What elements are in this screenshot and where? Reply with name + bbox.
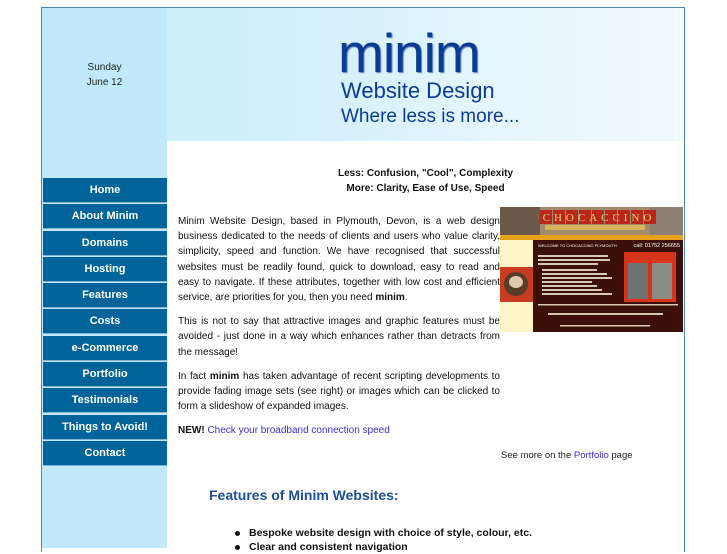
nav-costs[interactable]: Costs bbox=[43, 309, 167, 335]
intro-paragraph-3: In fact minim has taken advantage of rec… bbox=[178, 369, 500, 415]
showcase-site-name: CHOCACCINO bbox=[543, 212, 656, 224]
date-day: June 12 bbox=[86, 77, 123, 88]
intro-text: Minim Website Design, based in Plymouth,… bbox=[178, 214, 500, 448]
broadband-speed-link[interactable]: Check your broadband connection speed bbox=[207, 425, 389, 436]
intro-paragraph-1: Minim Website Design, based in Plymouth,… bbox=[178, 214, 500, 305]
portfolio-link[interactable]: Portfolio bbox=[574, 450, 609, 461]
see-more-portfolio: See more on the Portfolio page bbox=[501, 450, 633, 461]
showcase-welcome: WELCOME TO CHOCACCINO PLYMOUTH bbox=[538, 243, 617, 248]
see-more-suffix: page bbox=[608, 450, 633, 461]
new-feature-line: NEW! Check your broadband connection spe… bbox=[178, 423, 500, 438]
brand-emphasis: minim bbox=[209, 370, 240, 382]
logo-tagline: Where less is more... bbox=[341, 106, 520, 127]
intro-paragraph-2: This is not to say that attractive image… bbox=[178, 316, 500, 358]
nav-e-commerce[interactable]: e-Commerce bbox=[43, 335, 167, 361]
main-nav: Home About Minim Domains Hosting Feature… bbox=[43, 178, 167, 467]
date-weekday: Sunday bbox=[87, 62, 122, 73]
logo-subtitle: Website Design bbox=[341, 78, 495, 103]
nav-about-minim[interactable]: About Minim bbox=[43, 204, 167, 230]
logo-wordmark: minim bbox=[338, 22, 481, 84]
brand-emphasis: minim bbox=[375, 292, 405, 304]
page-frame: Sunday June 12 Home About Minim Domains … bbox=[41, 7, 685, 554]
nav-domains[interactable]: Domains bbox=[43, 230, 167, 256]
portfolio-showcase-image[interactable]: CHOCACCINO WELCOME TO CHOCACCINO PLYMOUT… bbox=[500, 207, 683, 332]
nav-testimonials[interactable]: Testimonials bbox=[43, 388, 167, 414]
features-heading: Features of Minim Websites: bbox=[209, 487, 399, 503]
intro-p1-text: Minim Website Design, based in Plymouth,… bbox=[178, 216, 500, 304]
showcase-phone: call: 01752 256655 bbox=[634, 243, 680, 249]
features-list: Bespoke website design with choice of st… bbox=[235, 526, 532, 554]
feature-item: Bespoke website design with choice of st… bbox=[235, 526, 532, 540]
feature-item: Clear and consistent navigation bbox=[235, 540, 532, 554]
sidebar: Sunday June 12 Home About Minim Domains … bbox=[42, 8, 167, 548]
header-banner: minim Website Design Where less is more.… bbox=[167, 8, 684, 141]
tagline-more: More: Clarity, Ease of Use, Speed bbox=[346, 183, 505, 194]
chocaccino-screenshot: CHOCACCINO WELCOME TO CHOCACCINO PLYMOUT… bbox=[500, 207, 683, 332]
intro-p3-start: In fact bbox=[178, 370, 210, 382]
date-display: Sunday June 12 bbox=[42, 60, 167, 90]
intro-p1-end: . bbox=[404, 292, 408, 304]
new-label: NEW! bbox=[178, 425, 205, 437]
nav-hosting[interactable]: Hosting bbox=[43, 256, 167, 282]
nav-portfolio[interactable]: Portfolio bbox=[43, 362, 167, 388]
tagline-less: Less: Confusion, "Cool", Complexity bbox=[337, 168, 514, 179]
nav-contact[interactable]: Contact bbox=[43, 440, 167, 466]
less-more-tagline: Less: Confusion, "Cool", Complexity More… bbox=[167, 166, 684, 196]
nav-home[interactable]: Home bbox=[43, 178, 167, 203]
nav-features[interactable]: Features bbox=[43, 283, 167, 309]
nav-things-to-avoid[interactable]: Things to Avoid! bbox=[43, 414, 167, 440]
see-more-text: See more on the bbox=[501, 450, 574, 461]
